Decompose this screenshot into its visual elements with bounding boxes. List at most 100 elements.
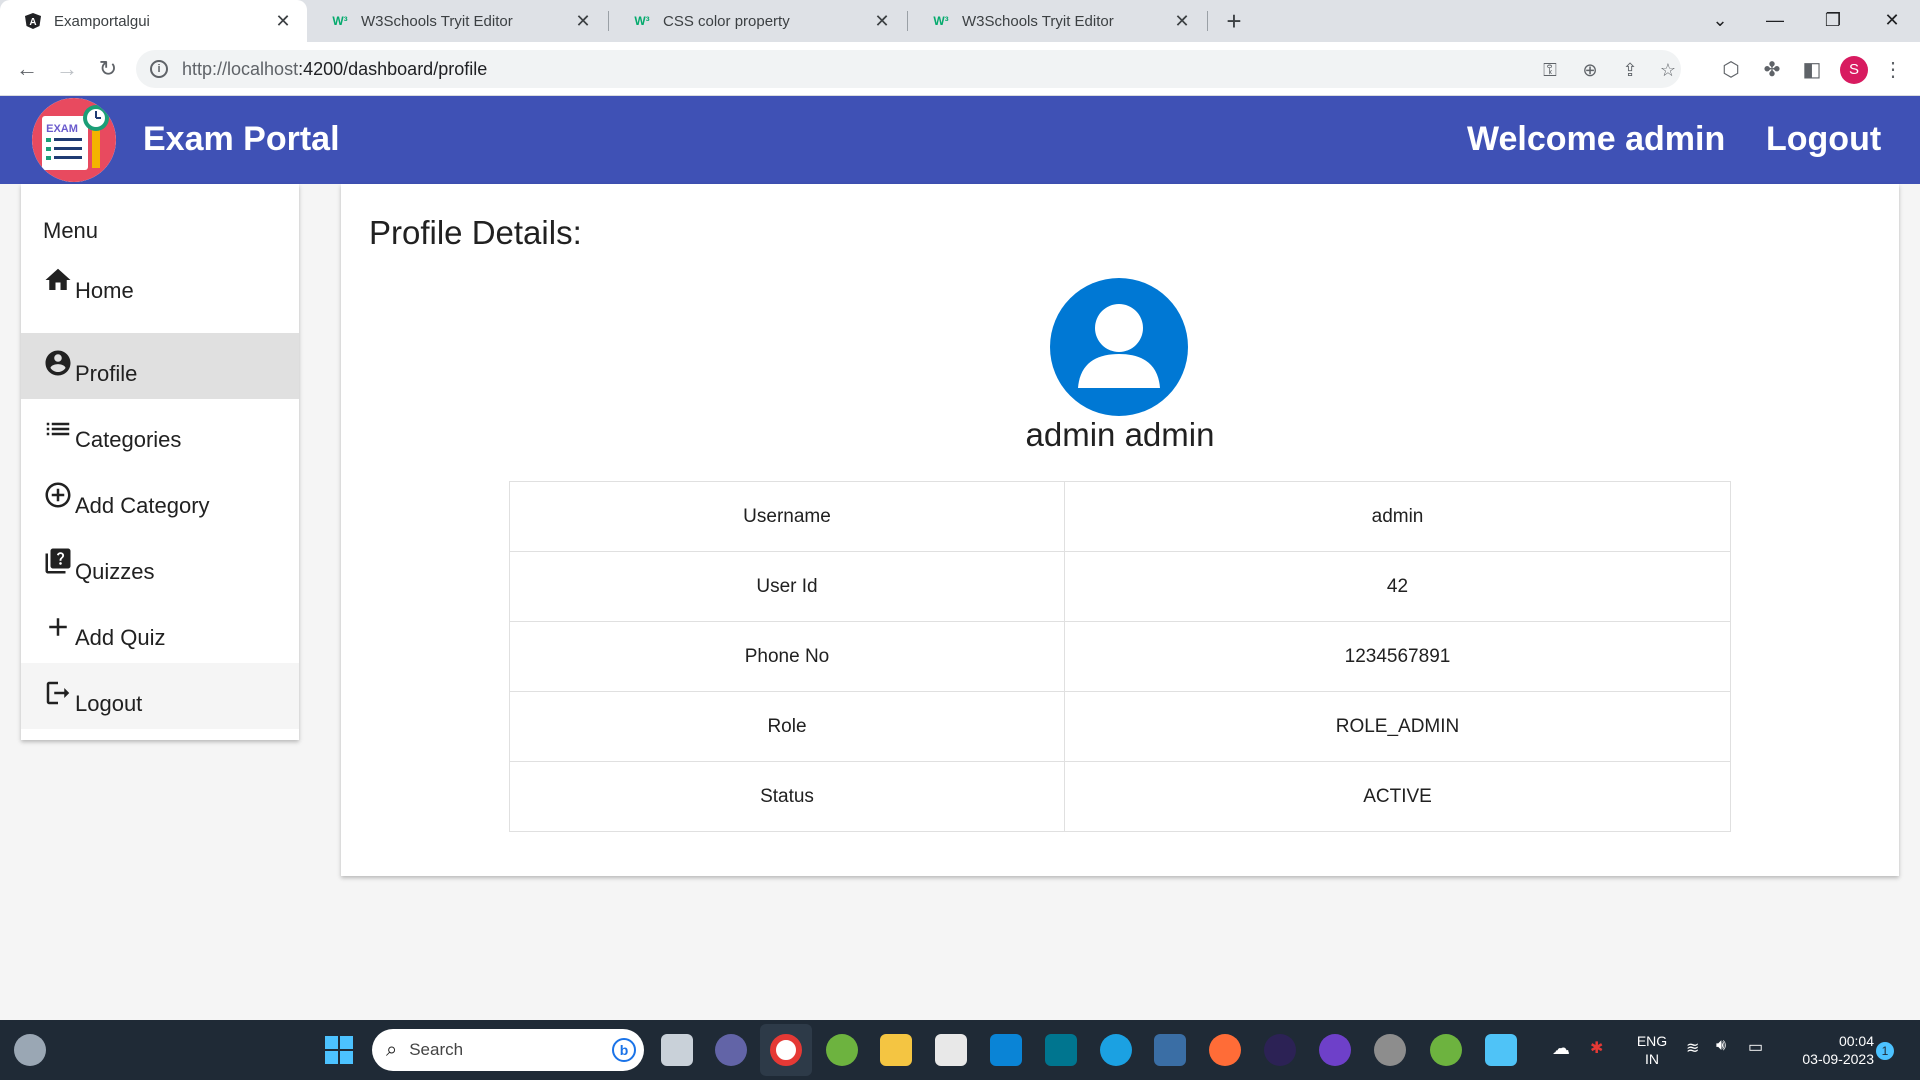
bing-icon[interactable]: b [612,1038,636,1062]
lang-line-2: IN [1645,1051,1659,1067]
row-label: Phone No [509,621,1065,692]
eclipse-icon[interactable] [1264,1034,1296,1066]
task-view-icon[interactable] [661,1034,693,1066]
extensions-puzzle-icon[interactable]: ✤ [1759,57,1785,83]
extension-cube-icon[interactable]: ⬡ [1718,57,1744,83]
mysql-workbench-icon[interactable] [1154,1034,1186,1066]
more-menu-icon[interactable]: ⋮ [1880,57,1906,83]
vscode-icon[interactable] [990,1034,1022,1066]
close-icon[interactable]: ✕ [273,11,293,32]
table-row: Role ROLE_ADMIN [509,691,1731,762]
row-value: 42 [1064,551,1731,622]
tab-search-chevron-icon[interactable]: ⌄ [1700,0,1740,40]
address-bar[interactable]: i http://localhost:4200/dashboard/profil… [136,50,1681,88]
browser-tab-strip: A Examportalgui ✕ W³ W3Schools Tryit Edi… [0,0,1920,42]
microsoft-store-icon[interactable] [935,1034,967,1066]
weather-icon[interactable] [14,1034,46,1066]
url-host: http://localhost [182,58,299,79]
tab-separator [1207,11,1208,31]
table-row: Status ACTIVE [509,761,1731,832]
sidebar-item-label: Quizzes [75,559,155,584]
bookmark-star-icon[interactable]: ☆ [1657,59,1679,81]
site-info-icon[interactable]: i [150,60,168,78]
app-title[interactable]: Exam Portal [143,120,340,159]
w3schools-favicon-icon: W³ [634,14,650,28]
row-label: User Id [509,551,1065,622]
logout-icon [46,681,70,705]
table-row: Username admin [509,481,1731,552]
clock[interactable]: 00:04 03-09-2023 [1784,1032,1874,1068]
forward-arrow-icon[interactable]: → [52,54,82,84]
restore-button[interactable]: ❐ [1813,0,1853,40]
close-icon[interactable]: ✕ [573,11,593,32]
sidebar-item-categories[interactable]: Categories [21,399,299,465]
onedrive-icon[interactable]: ☁ [1552,1038,1570,1059]
sidebar-item-home[interactable]: Home [21,250,299,316]
settings-gear-icon[interactable] [1374,1034,1406,1066]
row-value: ROLE_ADMIN [1064,691,1731,762]
windows-taskbar: ⌕ Search b ☁ ✱ ENG IN ≋ 🔊︎ ▭ 00:04 03-09… [0,1020,1920,1080]
reload-icon[interactable]: ↻ [93,54,123,84]
teams-chat-icon[interactable] [715,1034,747,1066]
windows-start-icon[interactable] [323,1034,355,1066]
clock-time: 00:04 [1838,1033,1874,1049]
close-icon[interactable]: ✕ [872,11,892,32]
sidebar-item-quizzes[interactable]: Quizzes [21,531,299,597]
quiz-icon [45,548,71,574]
add-icon [49,618,67,636]
profile-details-table: Username admin User Id 42 Phone No 12345… [509,481,1731,832]
sidebar-item-add-quiz[interactable]: Add Quiz [21,597,299,663]
sidebar-item-profile[interactable]: Profile [21,333,299,399]
sidebar-item-label: Add Category [75,493,210,518]
side-panel-icon[interactable]: ◧ [1799,57,1825,83]
tab-title: CSS color property [663,12,790,30]
notification-badge[interactable]: 1 [1876,1042,1894,1060]
mysql-icon[interactable] [1045,1034,1077,1066]
lang-line-1: ENG [1636,1033,1668,1049]
language-indicator[interactable]: ENG IN [1630,1032,1674,1068]
file-explorer-icon[interactable] [880,1034,912,1066]
taskbar-search-input[interactable]: ⌕ Search b [372,1029,644,1071]
tab-examportalgui[interactable]: A Examportalgui ✕ [0,0,307,42]
welcome-user[interactable]: Welcome admin [1467,120,1725,159]
table-row: Phone No 1234567891 [509,621,1731,692]
sidebar-item-label: Add Quiz [75,625,166,650]
search-placeholder: Search [409,1040,464,1059]
postman-icon[interactable] [1209,1034,1241,1066]
profile-full-name: admin admin [1025,416,1215,453]
battery-icon[interactable]: ▭ [1748,1037,1763,1057]
tab-w3schools-2[interactable]: W³ W3Schools Tryit Editor ✕ [908,0,1206,42]
new-tab-button[interactable]: + [1218,6,1250,36]
edge-icon[interactable] [1100,1034,1132,1066]
tab-w3schools-1[interactable]: W³ W3Schools Tryit Editor ✕ [307,0,607,42]
sidebar-item-add-category[interactable]: Add Category [21,465,299,531]
row-label: Role [509,691,1065,762]
exam-logo[interactable]: EXAM [32,98,116,182]
url-path: :4200/dashboard/profile [298,58,488,79]
tab-css-color-property[interactable]: W³ CSS color property ✕ [609,0,906,42]
profile-avatar[interactable]: S [1840,56,1868,84]
spring-tools-icon[interactable] [826,1034,858,1066]
tab-title: W3Schools Tryit Editor [962,12,1114,30]
header-logout-button[interactable]: Logout [1766,120,1881,159]
sidebar-item-logout[interactable]: Logout [21,663,299,729]
zoom-icon[interactable]: ⊕ [1579,59,1601,81]
chrome-icon[interactable] [770,1034,802,1066]
close-icon[interactable]: ✕ [1172,11,1192,32]
url-text: http://localhost:4200/dashboard/profile [182,59,487,80]
wifi-icon[interactable]: ≋ [1686,1038,1699,1058]
row-value: admin [1064,481,1731,552]
spring-tools-2-icon[interactable] [1430,1034,1462,1066]
volume-icon[interactable]: 🔊︎ [1716,1037,1726,1055]
share-icon[interactable]: ⇪ [1619,59,1641,81]
key-icon[interactable]: ⚿ [1539,59,1561,81]
back-arrow-icon[interactable]: ← [12,54,42,84]
minimize-button[interactable]: — [1755,0,1795,40]
github-desktop-icon[interactable] [1319,1034,1351,1066]
tab-title: W3Schools Tryit Editor [361,12,513,30]
w3schools-favicon-icon: W³ [933,14,949,28]
account-circle-icon [45,350,71,376]
notepad-icon[interactable] [1485,1034,1517,1066]
tray-app-icon[interactable]: ✱ [1590,1038,1603,1058]
window-close-button[interactable]: ✕ [1872,0,1912,40]
